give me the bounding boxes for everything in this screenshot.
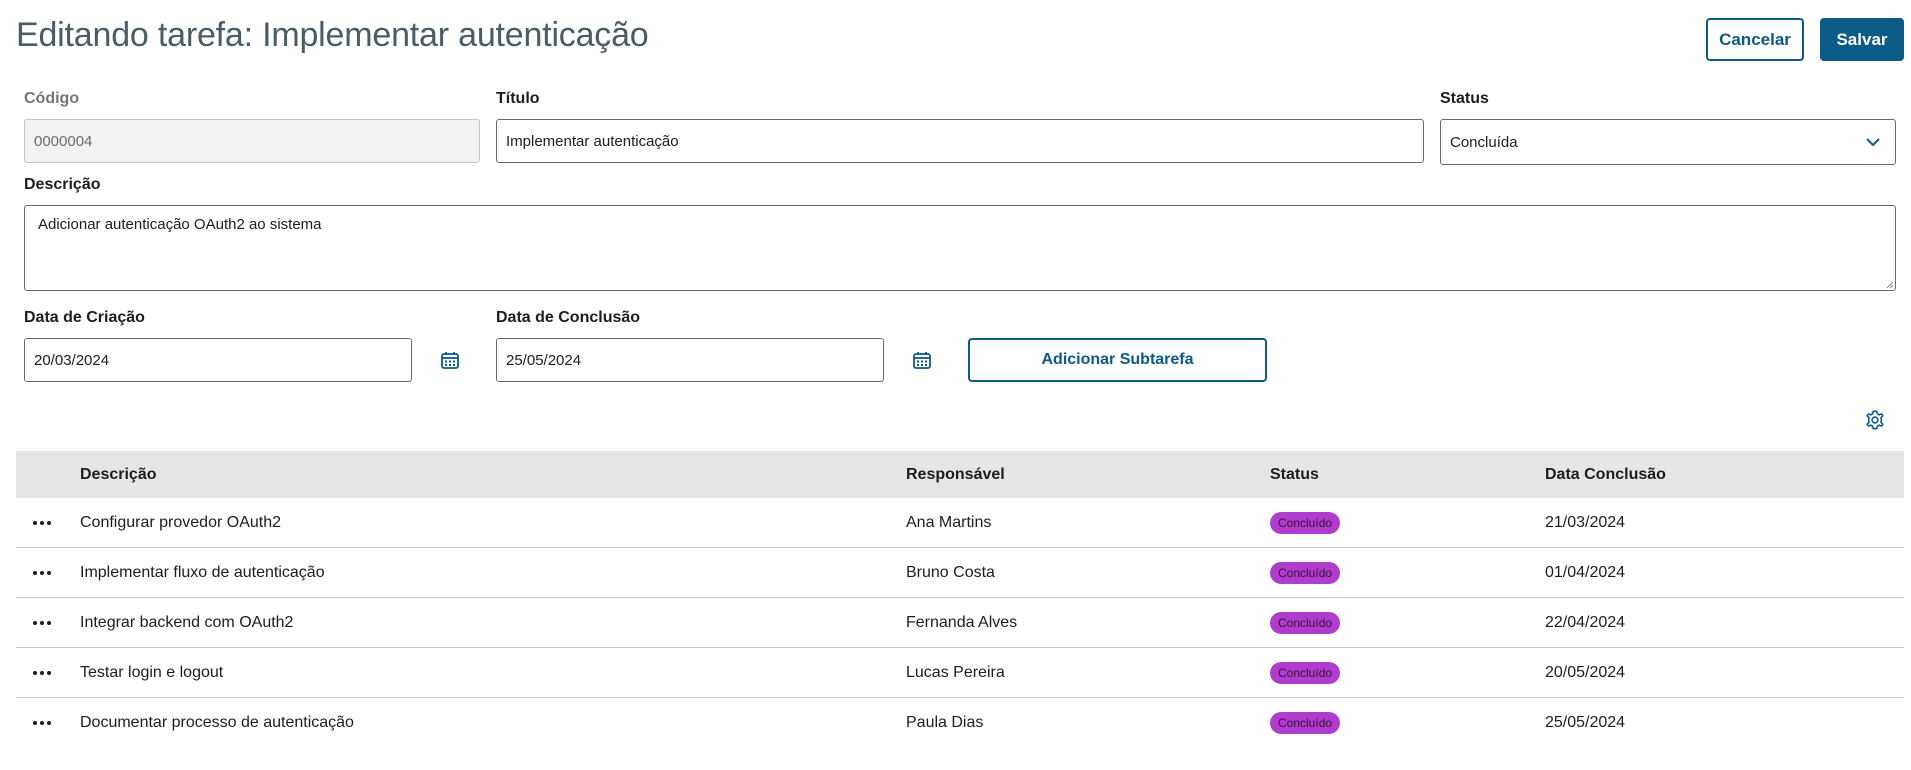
status-badge: Concluído (1270, 611, 1341, 634)
data-criacao-input[interactable]: 20/03/2024 (24, 338, 412, 382)
table-row[interactable]: Implementar fluxo de autenticação Bruno … (16, 548, 1904, 598)
row-responsavel: Paula Dias (906, 713, 984, 731)
row-descricao: Configurar provedor OAuth2 (80, 513, 281, 531)
gear-icon[interactable] (1864, 409, 1886, 431)
row-status: Concluído (1270, 598, 1341, 647)
table-row[interactable]: Configurar provedor OAuth2 Ana Martins C… (16, 498, 1904, 548)
row-data: 22/04/2024 (1545, 613, 1626, 631)
status-badge: Concluído (1270, 561, 1341, 584)
row-status: Concluído (1270, 498, 1341, 547)
column-header-responsavel[interactable]: Responsável (906, 451, 1005, 498)
resize-handle-icon[interactable] (1885, 280, 1893, 288)
more-horizontal-icon[interactable] (32, 698, 58, 747)
page-title: Editando tarefa: Implementar autenticaçã… (16, 16, 649, 54)
row-responsavel: Bruno Costa (906, 563, 995, 581)
data-conclusao-label: Data de Conclusão (496, 309, 641, 326)
titulo-value: Implementar autenticação (506, 132, 679, 150)
subtasks-table: Descrição Responsável Status Data Conclu… (16, 451, 1904, 747)
table-row[interactable]: Integrar backend com OAuth2 Fernanda Alv… (16, 598, 1904, 648)
chevron-down-icon (1866, 138, 1880, 147)
row-descricao: Documentar processo de autenticação (80, 713, 354, 731)
descricao-label: Descrição (24, 176, 101, 193)
row-data: 25/05/2024 (1545, 713, 1626, 731)
codigo-field: 0000004 (24, 119, 480, 163)
data-conclusao-input[interactable]: 25/05/2024 (496, 338, 884, 382)
row-responsavel: Lucas Pereira (906, 663, 1005, 681)
status-value: Concluída (1450, 133, 1518, 151)
status-badge: Concluído (1270, 511, 1341, 534)
row-status: Concluído (1270, 698, 1341, 747)
cancel-button[interactable]: Cancelar (1706, 18, 1804, 61)
column-header-status[interactable]: Status (1270, 451, 1319, 498)
titulo-input[interactable]: Implementar autenticação (496, 119, 1424, 163)
codigo-label: Código (24, 90, 80, 107)
status-select[interactable]: Concluída (1440, 119, 1896, 165)
row-descricao: Implementar fluxo de autenticação (80, 563, 325, 581)
status-badge: Concluído (1270, 661, 1341, 684)
descricao-value: Adicionar autenticação OAuth2 ao sistema (38, 216, 322, 233)
status-label: Status (1440, 90, 1489, 107)
data-criacao-value: 20/03/2024 (34, 351, 110, 369)
row-responsavel: Fernanda Alves (906, 613, 1018, 631)
save-button[interactable]: Salvar (1820, 18, 1904, 61)
column-header-data-conclusao[interactable]: Data Conclusão (1545, 451, 1666, 498)
row-descricao: Integrar backend com OAuth2 (80, 613, 294, 631)
table-row[interactable]: Documentar processo de autenticação Paul… (16, 698, 1904, 747)
more-horizontal-icon[interactable] (32, 498, 58, 547)
more-horizontal-icon[interactable] (32, 598, 58, 647)
column-header-descricao[interactable]: Descrição (80, 451, 157, 498)
row-responsavel: Ana Martins (906, 513, 992, 531)
table-header: Descrição Responsável Status Data Conclu… (16, 451, 1904, 498)
more-horizontal-icon[interactable] (32, 548, 58, 597)
edit-task-page: Editando tarefa: Implementar autenticaçã… (0, 0, 1911, 770)
status-badge: Concluído (1270, 711, 1341, 734)
table-row[interactable]: Testar login e logout Lucas Pereira Conc… (16, 648, 1904, 698)
add-subtask-button[interactable]: Adicionar Subtarefa (968, 338, 1267, 382)
codigo-value: 0000004 (34, 132, 93, 150)
data-criacao-label: Data de Criação (24, 309, 145, 326)
row-status: Concluído (1270, 648, 1341, 697)
data-conclusao-value: 25/05/2024 (506, 351, 582, 369)
calendar-icon[interactable] (912, 350, 932, 370)
calendar-icon[interactable] (440, 350, 460, 370)
more-horizontal-icon[interactable] (32, 648, 58, 697)
row-data: 21/03/2024 (1545, 513, 1626, 531)
row-status: Concluído (1270, 548, 1341, 597)
titulo-label: Título (496, 90, 540, 107)
descricao-textarea[interactable]: Adicionar autenticação OAuth2 ao sistema (24, 205, 1896, 291)
row-data: 20/05/2024 (1545, 663, 1626, 681)
row-descricao: Testar login e logout (80, 663, 224, 681)
row-data: 01/04/2024 (1545, 563, 1626, 581)
